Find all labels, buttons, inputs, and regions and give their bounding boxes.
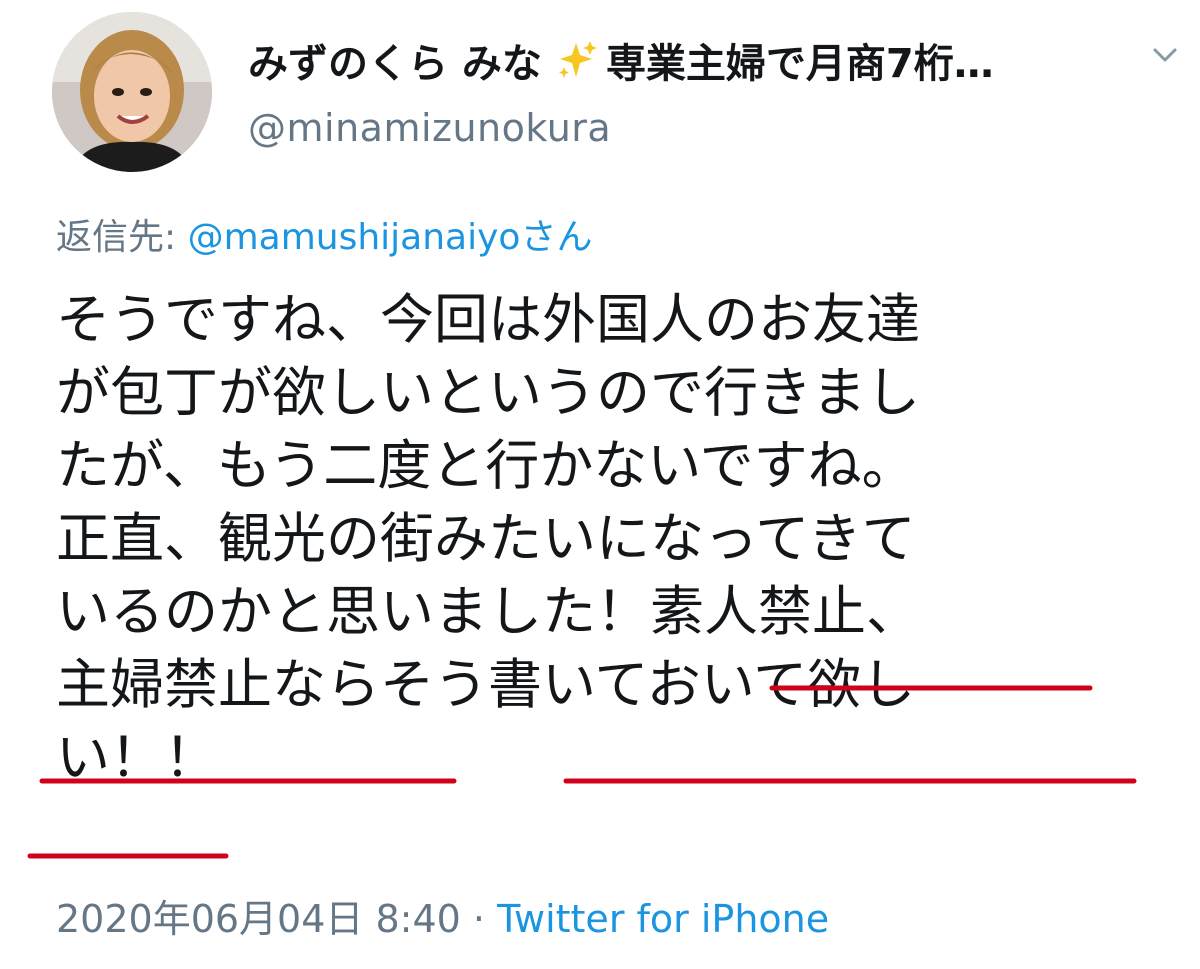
reply-context: 返信先: @mamushijanaiyoさん bbox=[56, 208, 592, 260]
chevron-down-icon[interactable] bbox=[1150, 40, 1180, 70]
tweet-text: そうですね、今回は外国人のお友達 が包丁が欲しいというので行きまし たが、もう二… bbox=[56, 283, 1156, 794]
meta-separator: · bbox=[460, 897, 498, 941]
tweet-line: いるのかと思いました！素人禁止、 bbox=[56, 580, 920, 643]
avatar-photo-icon bbox=[52, 12, 212, 172]
avatar[interactable] bbox=[52, 12, 212, 172]
tweet-line: たが、もう二度と行かないですね。 bbox=[56, 434, 916, 497]
author-handle[interactable]: @minamizunokura bbox=[248, 106, 611, 150]
tweet-meta: 2020年06月04日 8:40 · Twitter for iPhone bbox=[56, 888, 829, 943]
author-name-row[interactable]: みずのくら みな 専業主婦で月商7桁… bbox=[248, 30, 1128, 90]
display-name[interactable]: みずのくら みな bbox=[248, 31, 542, 89]
sparkles-icon bbox=[558, 41, 597, 78]
name-suffix[interactable]: 専業主婦で月商7桁… bbox=[606, 31, 994, 89]
tweet-line: 主婦禁止ならそう書いておいて欲し bbox=[56, 653, 916, 716]
timestamp[interactable]: 2020年06月04日 8:40 bbox=[56, 897, 461, 941]
tweet-line: 正直、観光の街みたいになってきて bbox=[56, 507, 916, 570]
tweet-line: が包丁が欲しいというので行きまし bbox=[56, 361, 920, 424]
tweet-line: い！！ bbox=[56, 726, 218, 789]
reply-prefix: 返信先: bbox=[56, 217, 188, 258]
source-link[interactable]: Twitter for iPhone bbox=[497, 897, 829, 941]
tweet-card: みずのくら みな 専業主婦で月商7桁… @minamizunokura 返信先:… bbox=[0, 0, 1200, 969]
reply-mention-link[interactable]: @mamushijanaiyoさん bbox=[188, 217, 593, 258]
tweet-line: そうですね、今回は外国人のお友達 bbox=[56, 288, 920, 351]
